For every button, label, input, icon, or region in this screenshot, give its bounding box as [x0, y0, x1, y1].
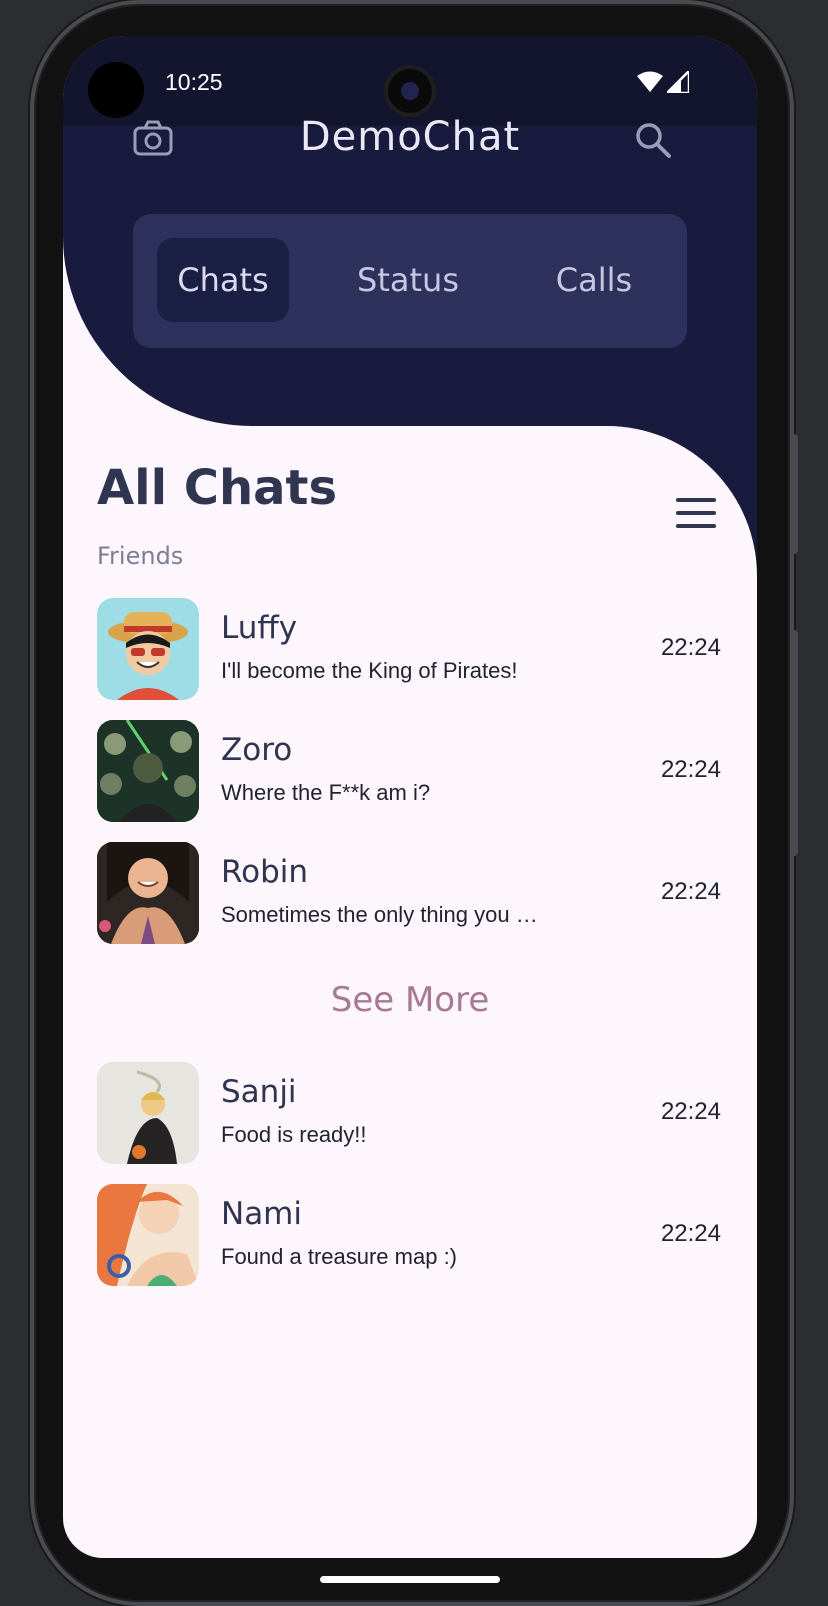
last-message: Found a treasure map :) [221, 1244, 458, 1269]
contact-name: Nami [221, 1196, 302, 1232]
front-camera [384, 65, 436, 117]
volume-button [790, 434, 798, 554]
contact-name: Luffy [221, 610, 298, 646]
tab-chats[interactable]: Chats [157, 238, 289, 322]
menu-line [676, 498, 716, 502]
avatar [97, 720, 199, 822]
signal-icon [667, 71, 689, 93]
menu-line [676, 524, 716, 528]
avatar [97, 1062, 199, 1164]
message-time: 22:24 [660, 878, 721, 905]
chat-item-robin[interactable]: Robin Sometimes the only thing you … 22:… [97, 842, 721, 946]
last-message: Where the F**k am i? [221, 780, 431, 805]
app-screen: 10:25 DemoChat Chats Status Calls All Ch… [63, 36, 757, 1558]
camera-cutout [88, 62, 144, 118]
section-label: Friends [97, 542, 184, 570]
chat-item-zoro[interactable]: Zoro Where the F**k am i? 22:24 [97, 720, 721, 824]
last-message: Sometimes the only thing you … [221, 902, 538, 927]
chat-item-nami[interactable]: Nami Found a treasure map :) 22:24 [97, 1184, 721, 1288]
page-title: All Chats [97, 460, 338, 516]
avatar [97, 598, 199, 700]
chat-item-luffy[interactable]: Luffy I'll become the King of Pirates! 2… [97, 598, 721, 702]
status-icons [637, 71, 689, 93]
tab-calls[interactable]: Calls [519, 238, 669, 322]
last-message: Food is ready!! [221, 1122, 367, 1147]
status-time: 10:25 [165, 69, 223, 95]
power-button [790, 630, 798, 856]
contact-name: Zoro [221, 732, 293, 768]
message-time: 22:24 [660, 634, 721, 661]
contact-name: Robin [221, 854, 309, 890]
message-time: 22:24 [660, 1098, 721, 1125]
chat-item-sanji[interactable]: Sanji Food is ready!! 22:24 [97, 1062, 721, 1166]
menu-line [676, 511, 716, 515]
search-icon[interactable] [633, 120, 673, 160]
last-message: I'll become the King of Pirates! [221, 658, 518, 683]
tab-status[interactable]: Status [333, 238, 483, 322]
wifi-icon [637, 71, 663, 92]
avatar [97, 1184, 199, 1286]
menu-icon[interactable] [676, 498, 716, 530]
home-indicator[interactable] [320, 1576, 500, 1583]
message-time: 22:24 [660, 756, 721, 783]
see-more-button[interactable]: See More [63, 980, 757, 1020]
contact-name: Sanji [221, 1074, 297, 1110]
avatar [97, 842, 199, 944]
tab-bar: Chats Status Calls [133, 214, 687, 348]
message-time: 22:24 [660, 1220, 721, 1247]
